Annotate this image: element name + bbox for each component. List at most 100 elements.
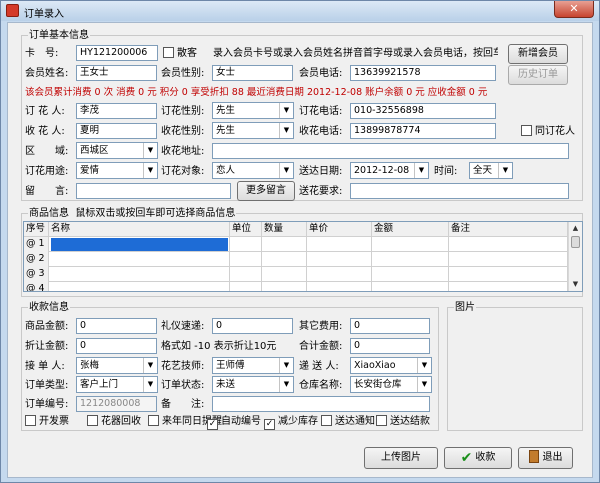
unit-cell[interactable]: [230, 282, 262, 291]
new-member-button[interactable]: 新增会员: [508, 44, 568, 64]
title-bar: 订单录入 ✕: [1, 1, 599, 21]
price-cell[interactable]: [307, 252, 372, 267]
florist-select[interactable]: 王师傅 ▼: [212, 357, 294, 374]
delivery-date-value: 2012-12-08: [354, 165, 410, 176]
name-cell[interactable]: [49, 237, 230, 252]
exit-label: 退出: [542, 452, 563, 463]
courier-label: 递 送 人:: [299, 361, 339, 372]
remark-cell[interactable]: [449, 252, 568, 267]
price-cell[interactable]: [307, 237, 372, 252]
auto-number-checkbox[interactable]: ✓ 自动编号: [207, 415, 261, 430]
delivery-payment-checkbox[interactable]: 送达结款: [376, 415, 430, 428]
unit-cell[interactable]: [230, 267, 262, 282]
qty-cell[interactable]: [262, 237, 307, 252]
vase-recycle-checkbox[interactable]: 花器回收: [87, 415, 141, 428]
more-message-button[interactable]: 更多留言: [237, 181, 295, 201]
qty-cell[interactable]: [262, 267, 307, 282]
checkbox-box: [376, 415, 387, 426]
member-gender-input[interactable]: 女士: [212, 65, 293, 81]
chevron-down-icon: ▼: [143, 358, 157, 373]
amount-cell[interactable]: [372, 237, 449, 252]
table-scrollbar[interactable]: ▲ ▼: [568, 222, 582, 291]
purpose-label: 订花用途:: [25, 166, 69, 177]
name-cell[interactable]: [49, 252, 230, 267]
goods-table[interactable]: 序号 名称 单位 数量 单价 金额 备注 @ 1 @ 2 @ 3 @ 4 ▲ ▼: [23, 221, 583, 292]
total-input[interactable]: 0: [350, 338, 430, 354]
remark-cell[interactable]: [449, 237, 568, 252]
member-name-input[interactable]: 王女士: [76, 65, 157, 81]
walkin-checkbox[interactable]: 散客: [163, 47, 197, 60]
remark-input[interactable]: [212, 396, 430, 412]
member-gender-label: 会员性别:: [161, 68, 205, 79]
courier-select[interactable]: XiaoXiao ▼: [350, 357, 432, 374]
unit-cell[interactable]: [230, 237, 262, 252]
window-title: 订单录入: [24, 9, 64, 20]
chevron-down-icon: ▼: [279, 123, 293, 138]
price-cell[interactable]: [307, 267, 372, 282]
unit-cell[interactable]: [230, 252, 262, 267]
message-input[interactable]: [76, 183, 231, 199]
table-row[interactable]: @ 1: [24, 237, 568, 252]
scroll-up-icon[interactable]: ▲: [569, 222, 582, 235]
orderer-input[interactable]: 李茂: [76, 103, 157, 119]
amount-cell[interactable]: [372, 282, 449, 291]
qty-cell[interactable]: [262, 252, 307, 267]
remark-cell[interactable]: [449, 282, 568, 291]
reduce-stock-checkbox[interactable]: ✓ 减少库存: [264, 415, 318, 430]
warehouse-select[interactable]: 长安街仓库 ▼: [350, 376, 432, 393]
invoice-checkbox[interactable]: 开发票: [25, 415, 69, 428]
requirement-label: 送花要求:: [299, 186, 343, 197]
receiver-gender-label: 收花性别:: [161, 126, 205, 137]
handler-select[interactable]: 张梅 ▼: [76, 357, 158, 374]
purpose-select[interactable]: 爱情 ▼: [76, 162, 158, 179]
orderer-phone-label: 订花电话:: [299, 106, 343, 117]
district-select[interactable]: 西城区 ▼: [76, 142, 158, 159]
table-row[interactable]: @ 4: [24, 282, 568, 291]
receiver-input[interactable]: 夏明: [76, 123, 157, 139]
col-header-qty: 数量: [262, 222, 307, 237]
order-status-select[interactable]: 未送 ▼: [212, 376, 294, 393]
price-cell[interactable]: [307, 282, 372, 291]
orderer-phone-input[interactable]: 010-32556898: [350, 103, 496, 119]
name-cell[interactable]: [49, 282, 230, 291]
other-fee-label: 其它费用:: [299, 321, 343, 332]
close-button[interactable]: ✕: [554, 1, 594, 18]
upload-image-button[interactable]: 上传图片: [364, 447, 438, 469]
order-type-select[interactable]: 客户上门 ▼: [76, 376, 158, 393]
receiver-gender-select[interactable]: 先生 ▼: [212, 122, 294, 139]
reduce-stock-label: 减少库存: [278, 416, 318, 427]
time-select[interactable]: 全天 ▼: [469, 162, 513, 179]
collect-payment-button[interactable]: ✔ 收款: [444, 447, 512, 469]
table-row[interactable]: @ 2: [24, 252, 568, 267]
requirement-input[interactable]: [350, 183, 569, 199]
qty-cell[interactable]: [262, 282, 307, 291]
receiver-phone-input[interactable]: 13899878774: [350, 123, 496, 139]
checkbox-box: [521, 125, 532, 136]
address-input[interactable]: [212, 143, 569, 159]
gift-fee-input[interactable]: 0: [212, 318, 293, 334]
name-cell[interactable]: [49, 267, 230, 282]
delivery-notice-checkbox[interactable]: 送达通知: [321, 415, 375, 428]
order-no-input[interactable]: 1212080008: [76, 396, 157, 412]
member-phone-input[interactable]: 13639921578: [350, 65, 496, 81]
scroll-thumb[interactable]: [571, 236, 580, 248]
target-select[interactable]: 恋人 ▼: [212, 162, 294, 179]
goods-total-input[interactable]: 0: [76, 318, 157, 334]
discount-input[interactable]: 0: [76, 338, 157, 354]
card-number-input[interactable]: HY121200006: [76, 45, 158, 61]
orderer-gender-select[interactable]: 先生 ▼: [212, 102, 294, 119]
other-fee-input[interactable]: 0: [350, 318, 430, 334]
walkin-label: 散客: [177, 48, 197, 59]
delivery-date-select[interactable]: 2012-12-08 ▼: [350, 162, 429, 179]
time-value: 全天: [473, 165, 493, 176]
same-as-orderer-checkbox[interactable]: 同订花人: [521, 125, 575, 138]
table-row[interactable]: @ 3: [24, 267, 568, 282]
col-header-price: 单价: [307, 222, 372, 237]
exit-button[interactable]: 退出: [518, 447, 573, 469]
history-orders-button[interactable]: 历史订单: [508, 65, 568, 85]
amount-cell[interactable]: [372, 267, 449, 282]
target-label: 订花对象:: [161, 166, 205, 177]
amount-cell[interactable]: [372, 252, 449, 267]
remark-cell[interactable]: [449, 267, 568, 282]
scroll-down-icon[interactable]: ▼: [569, 278, 582, 291]
